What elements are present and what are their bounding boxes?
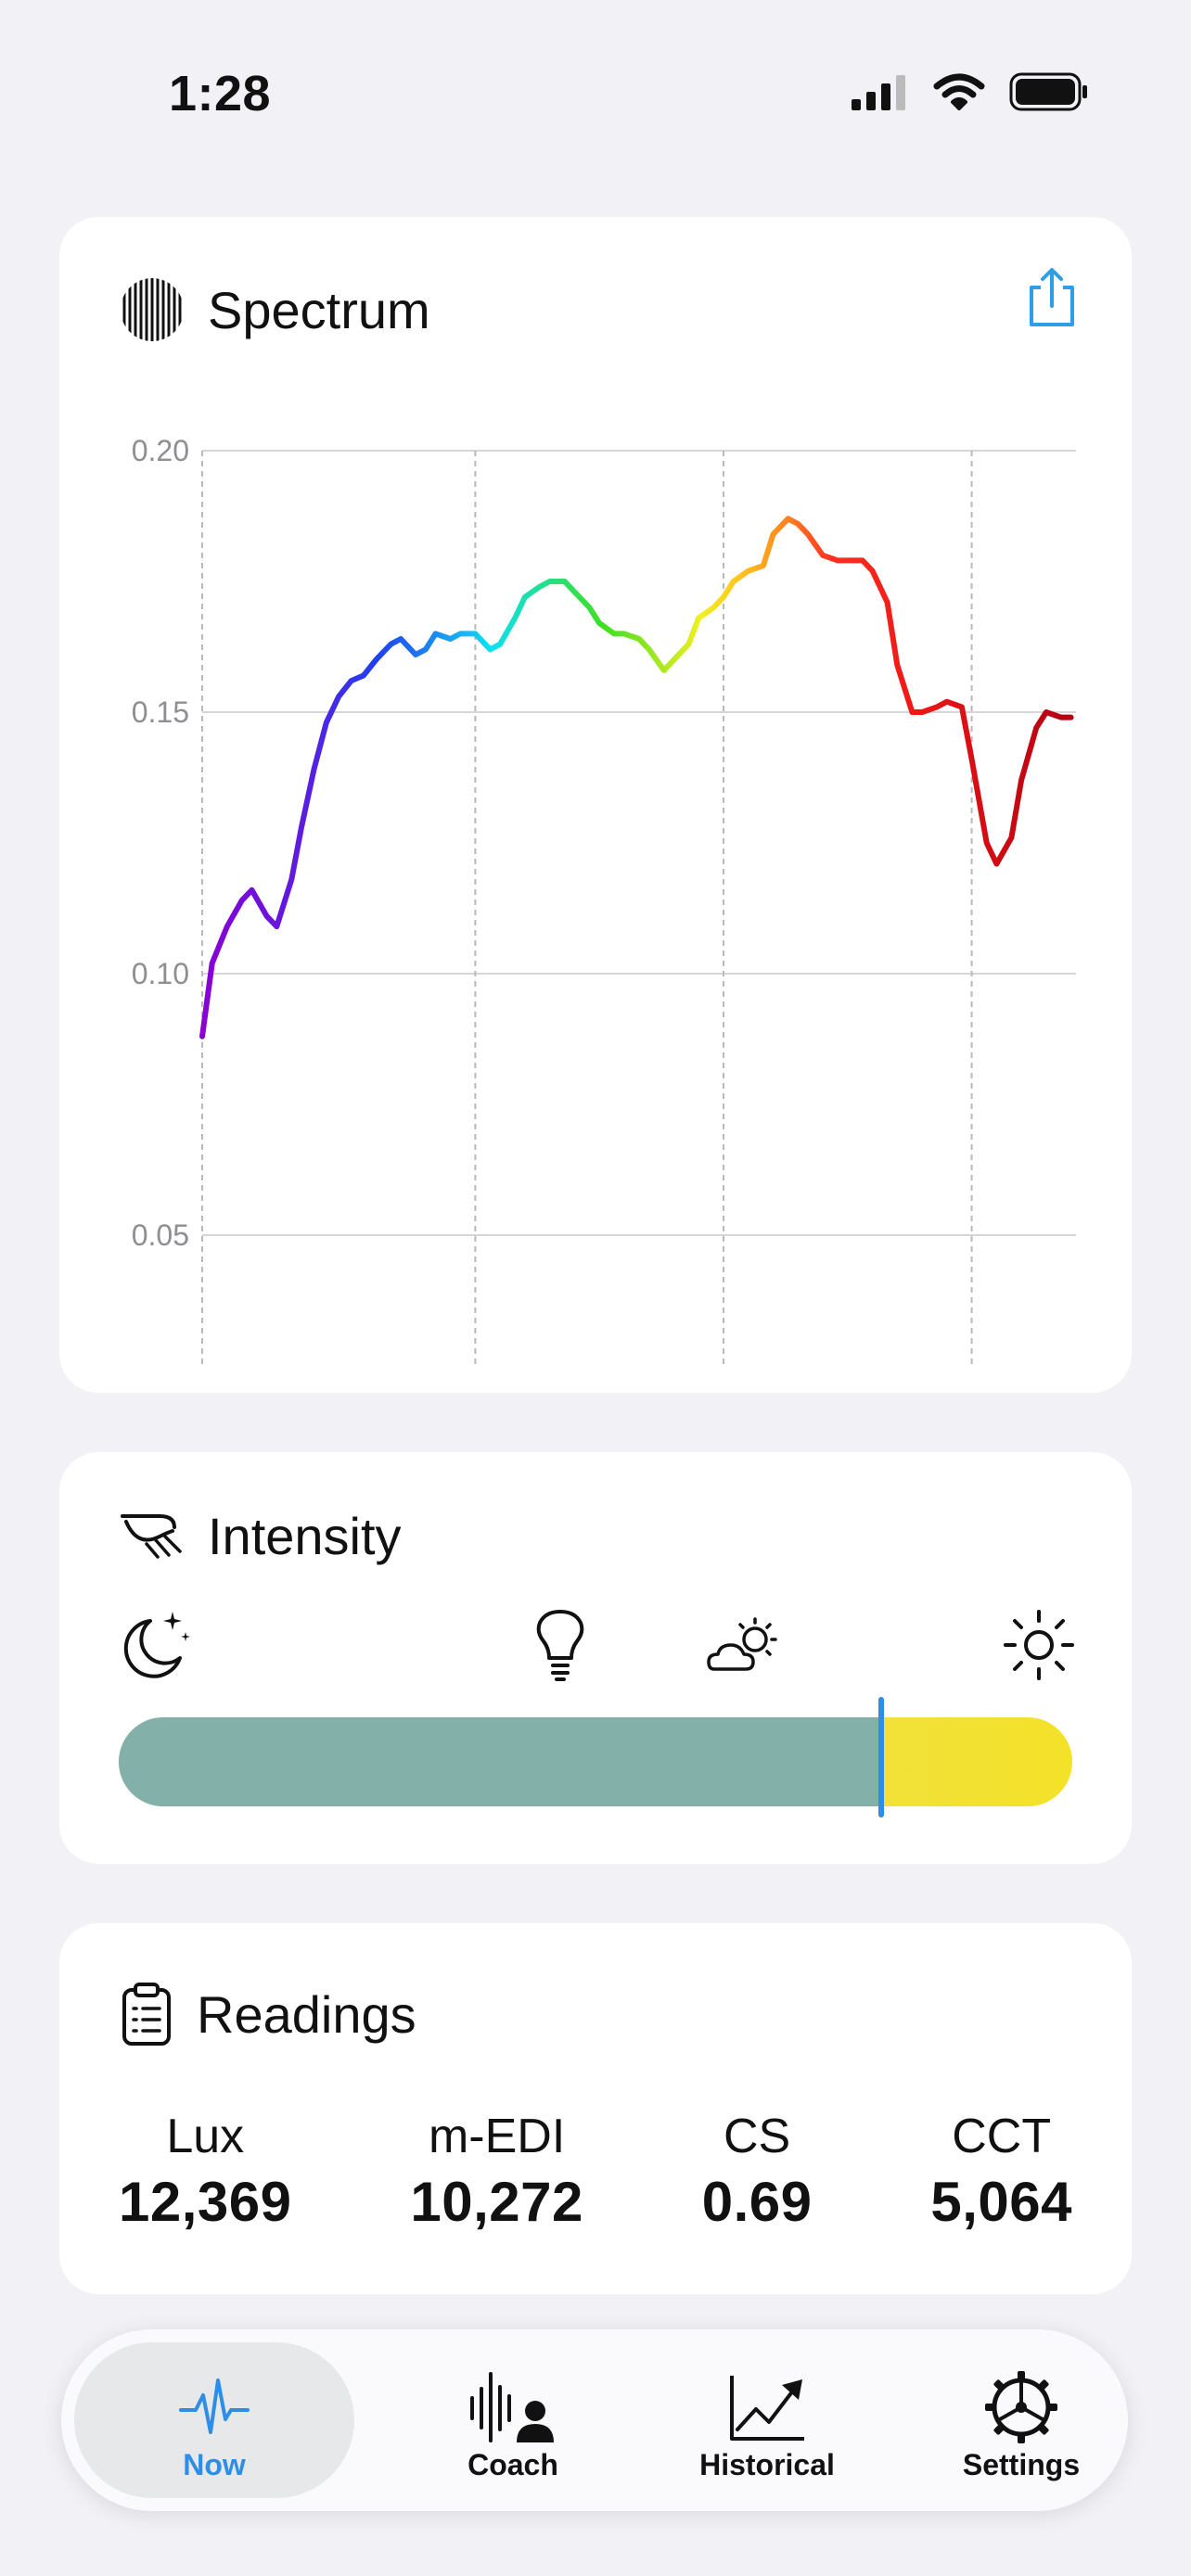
tab-bar: Now Coach Historical Settings: [61, 2329, 1128, 2511]
tab-label: Now: [183, 2448, 246, 2481]
striped-circle-icon: [122, 278, 182, 341]
intensity-marker: [878, 1697, 885, 1817]
reading-m-edi: m-EDI 10,272: [410, 2109, 583, 2234]
intensity-level-icons: [119, 1608, 1074, 1691]
spectrum-title: Spectrum: [208, 280, 430, 339]
clipboard-icon: [122, 1983, 171, 2046]
cellular-signal-icon: [852, 75, 905, 110]
reading-lux: Lux 12,369: [119, 2109, 292, 2234]
spectrum-header: Spectrum: [119, 276, 430, 343]
tab-label: Historical: [699, 2448, 835, 2481]
readings-header: Readings: [119, 1981, 416, 2047]
reading-value: 5,064: [930, 2171, 1072, 2233]
sun-icon: [1004, 1610, 1074, 1680]
reading-cct: CCT 5,064: [930, 2109, 1072, 2234]
y-tick-label: 0.10: [132, 957, 189, 990]
light-beam-icon: [121, 1513, 182, 1559]
battery-icon: [1009, 72, 1087, 111]
reading-value: 10,272: [410, 2171, 583, 2233]
intensity-title: Intensity: [208, 1507, 402, 1565]
reading-cs: CS 0.69: [702, 2109, 813, 2234]
lightbulb-icon: [536, 1610, 584, 1681]
reading-label: CCT: [952, 2110, 1052, 2163]
readings-title: Readings: [197, 1984, 416, 2044]
intensity-header: Intensity: [119, 1506, 402, 1566]
spectrum-series-line: [199, 516, 1074, 1039]
spectrum-chart: 00.050.100.150.20400500600700: [132, 434, 1076, 1367]
tab-historical[interactable]: Historical: [642, 2342, 892, 2498]
y-tick-label: 0.15: [132, 695, 189, 729]
intensity-meter-fill: [119, 1717, 882, 1806]
reading-label: m-EDI: [428, 2110, 566, 2163]
intensity-card: Intensity: [59, 1452, 1132, 1864]
moon-stars-icon: [123, 1612, 190, 1678]
status-time: 1:28: [169, 66, 272, 121]
partly-cloudy-icon: [707, 1617, 777, 1671]
readings-card: Readings Lux 12,369 m-EDI 10,272 CS 0.69…: [59, 1923, 1132, 2294]
tab-now[interactable]: Now: [74, 2342, 354, 2498]
tab-settings[interactable]: Settings: [896, 2342, 1146, 2498]
readings-row: Lux 12,369 m-EDI 10,272 CS 0.69 CCT 5,06…: [119, 2109, 1072, 2234]
status-bar: 1:28: [0, 0, 1191, 185]
spectrum-card: Spectrum 00.0: [59, 217, 1132, 1393]
wifi-icon: [933, 73, 985, 110]
trend-chart-icon: [730, 2376, 804, 2441]
reading-value: 0.69: [701, 2171, 813, 2233]
tab-coach[interactable]: Coach: [388, 2342, 638, 2498]
reading-value: 12,369: [119, 2171, 292, 2233]
reading-label: CS: [723, 2110, 791, 2163]
gear-icon: [985, 2371, 1057, 2443]
tab-label: Settings: [962, 2448, 1081, 2481]
tab-label: Coach: [467, 2448, 558, 2481]
voice-coach-icon: [470, 2372, 554, 2442]
intensity-meter: [119, 1717, 1072, 1806]
y-tick-label: 0.20: [132, 434, 189, 467]
share-icon[interactable]: [1024, 265, 1080, 330]
y-tick-label: 0.05: [132, 1218, 189, 1252]
pulse-icon: [179, 2378, 250, 2434]
reading-label: Lux: [166, 2110, 245, 2163]
status-icons: [850, 72, 1089, 111]
